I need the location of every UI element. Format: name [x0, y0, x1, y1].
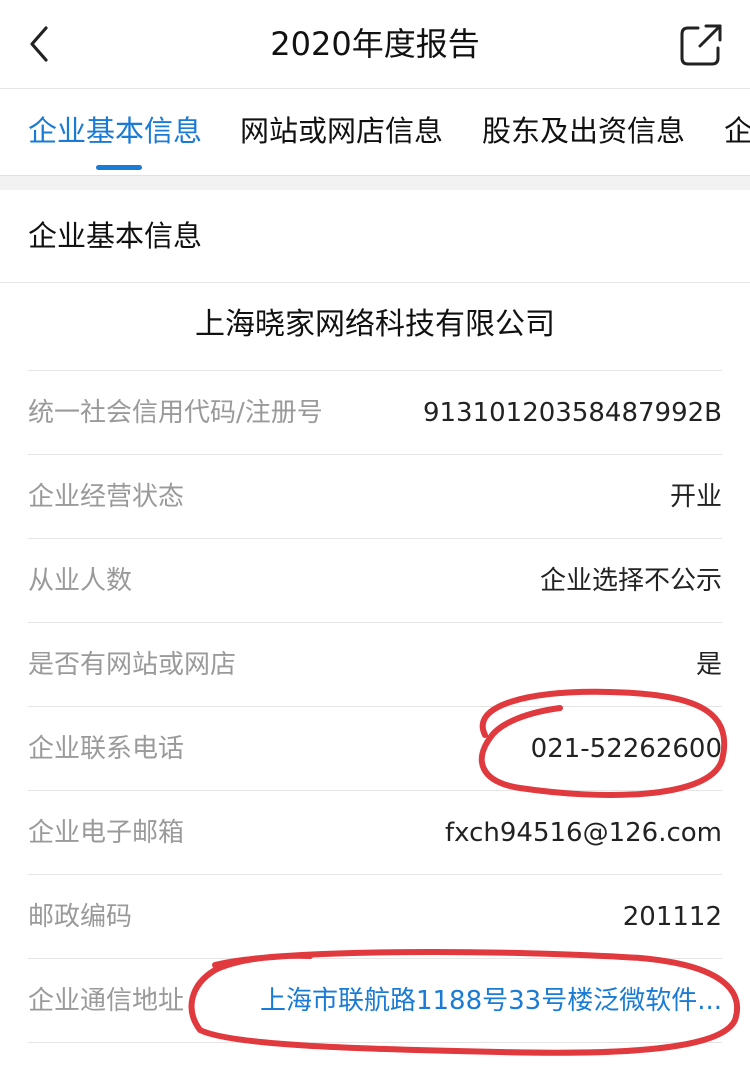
row-value: 021-52262600 [530, 734, 722, 764]
section-header: 企业基本信息 [0, 190, 750, 283]
address-link[interactable]: 上海市联航路1188号33号楼泛微软件... [260, 959, 722, 1043]
row-label: 邮政编码 [28, 902, 133, 932]
row-value: 91310120358487992B [422, 398, 722, 428]
company-name: 上海晓家网络科技有限公司 [195, 307, 555, 342]
info-row-address: 企业通信地址 上海市联航路1188号33号楼泛微软件... [28, 958, 722, 1043]
info-row-phone: 企业联系电话 021-52262600 [28, 706, 722, 791]
section-title: 企业基本信息 [28, 219, 203, 253]
list-bottom-divider [28, 1042, 722, 1043]
info-row-status: 企业经营状态 开业 [28, 454, 722, 539]
row-value: 企业选择不公示 [539, 566, 722, 596]
row-value: 是 [695, 650, 722, 680]
info-row-has-website: 是否有网站或网店 是 [28, 622, 722, 707]
tab-shareholder-info[interactable]: 股东及出资信息 [482, 89, 685, 175]
row-label: 企业联系电话 [28, 734, 185, 764]
row-value: 201112 [622, 902, 722, 932]
top-nav-bar: 2020年度报告 [0, 0, 750, 88]
info-row-email: 企业电子邮箱 fxch94516@126.com [28, 790, 722, 875]
row-value: 开业 [669, 482, 722, 512]
info-row-employees: 从业人数 企业选择不公示 [28, 538, 722, 623]
row-label: 企业电子邮箱 [28, 818, 185, 848]
share-icon[interactable] [678, 22, 724, 68]
tab-basic-info[interactable]: 企业基本信息 [28, 89, 202, 175]
row-value: fxch94516@126.com [445, 818, 722, 848]
info-row-credit-code: 统一社会信用代码/注册号 91310120358487992B [28, 370, 722, 455]
page-title: 2020年度报告 [270, 25, 480, 63]
row-label: 企业通信地址 [28, 986, 185, 1016]
row-label: 是否有网站或网店 [28, 650, 237, 680]
row-label: 企业经营状态 [28, 482, 185, 512]
tab-bar: 企业基本信息 网站或网店信息 股东及出资信息 企 [0, 88, 750, 176]
info-row-postcode: 邮政编码 201112 [28, 874, 722, 959]
section-separator [0, 176, 750, 190]
active-tab-indicator [96, 165, 142, 170]
row-label: 统一社会信用代码/注册号 [28, 398, 323, 428]
row-label: 从业人数 [28, 566, 133, 596]
tab-next-partial[interactable]: 企 [724, 89, 750, 175]
tab-website-info[interactable]: 网站或网店信息 [240, 89, 443, 175]
